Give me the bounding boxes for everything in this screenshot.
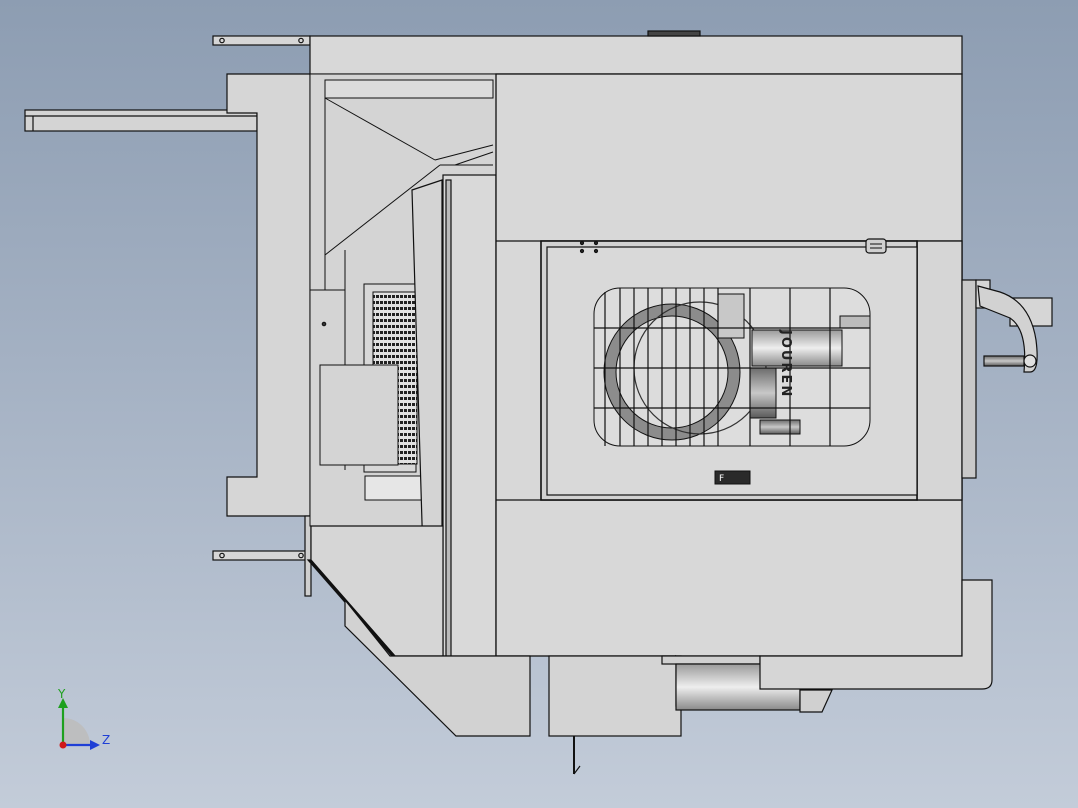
left-side-cover [226,73,312,597]
top-bracket [212,35,311,46]
top-cover-strip [309,30,963,75]
axis-triad: Y Z [57,687,110,750]
cad-viewport[interactable]: JOUREN F Y Z [0,0,1078,808]
triad-z-label: Z [102,733,110,747]
spindle-assembly [593,287,871,447]
left-rail-arm [24,109,258,132]
machine-drawing: JOUREN F Y Z [24,30,1053,775]
right-clamp [961,279,1053,479]
triad-y-label: Y [57,687,66,701]
info-badge: F [714,470,751,485]
bottom-bracket [212,550,311,561]
badge-text: F [719,474,724,484]
brand-text: JOUREN [778,329,793,398]
